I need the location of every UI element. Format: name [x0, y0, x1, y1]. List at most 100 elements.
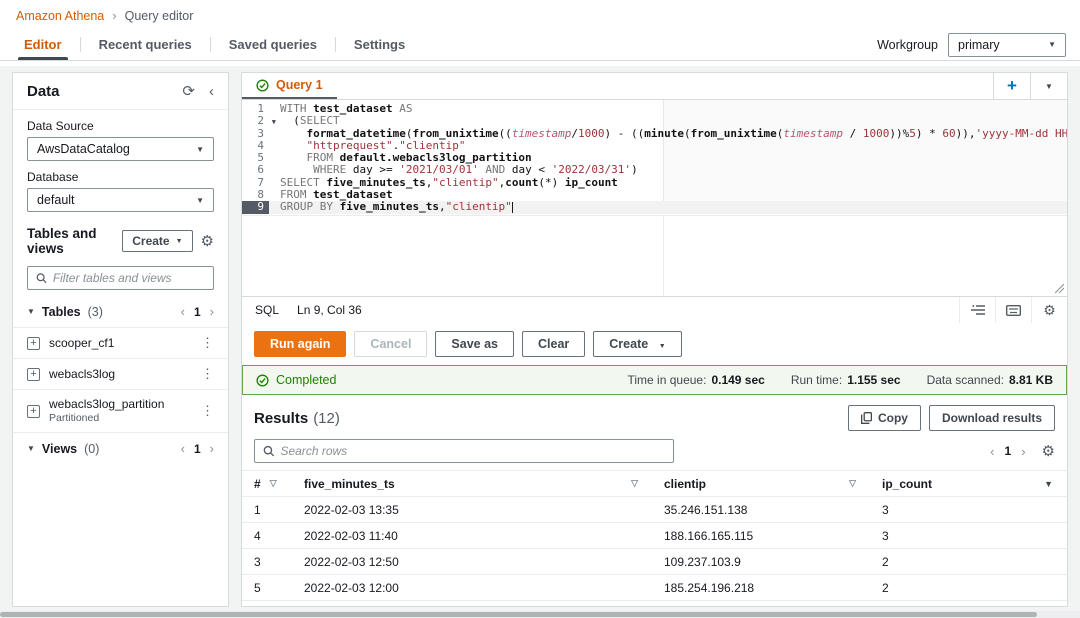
metric-value: 1.155 sec	[847, 373, 900, 387]
create-button[interactable]: Create ▼	[122, 230, 192, 252]
code-line-text: GROUP BY five_minutes_ts,"clientip"	[269, 201, 1067, 213]
table-options-icon[interactable]: ⋮	[201, 335, 214, 351]
tab-saved-queries[interactable]: Saved queries	[211, 29, 335, 60]
database-value: default	[37, 193, 75, 207]
athena-query-editor-page: Amazon Athena › Query editor EditorRecen…	[0, 0, 1080, 618]
add-query-tab-button[interactable]: +	[993, 73, 1030, 99]
table-cell: 4	[242, 524, 292, 548]
tables-section-row[interactable]: ▼ Tables (3) ‹ 1 ›	[13, 296, 228, 327]
page-next-icon[interactable]: ›	[1021, 444, 1025, 459]
table-cell: 2	[870, 602, 1067, 607]
column-header-index: #▽	[242, 472, 292, 496]
column-header-five_minutes_ts: five_minutes_ts ▽	[292, 472, 652, 496]
views-section-count: (0)	[84, 442, 99, 456]
clear-button[interactable]: Clear	[522, 331, 585, 357]
gear-icon[interactable]: ⚙	[1042, 444, 1055, 459]
line-number: 3	[242, 128, 269, 140]
column-header-label: five_minutes_ts	[304, 477, 395, 491]
results-toolbar: ‹ 1 › ⚙	[242, 433, 1067, 470]
gear-icon[interactable]: ⚙	[201, 234, 214, 249]
table-cell: 3	[242, 550, 292, 574]
editor-status-bar: SQL Ln 9, Col 36 ⚙	[242, 296, 1067, 323]
page-next-icon[interactable]: ›	[210, 441, 214, 456]
create-dropdown-button[interactable]: Create ▼	[593, 331, 681, 357]
metric-value: 0.149 sec	[711, 373, 764, 387]
run-again-button[interactable]: Run again	[254, 331, 346, 357]
views-section-row[interactable]: ▼ Views (0) ‹ 1 ›	[13, 432, 228, 464]
workgroup-select[interactable]: primary ▼	[948, 33, 1066, 57]
metric-label: Run time:	[791, 373, 842, 387]
page-prev-icon[interactable]: ‹	[181, 304, 185, 319]
sort-icon[interactable]: ▽	[270, 478, 277, 489]
content-area: Data ⟳ ‹ Data Source AwsDataCatalog ▼ Da…	[0, 66, 1080, 611]
query-tab-menu-button[interactable]: ▼	[1030, 73, 1067, 99]
expand-table-icon[interactable]: +	[27, 337, 40, 350]
refresh-icon[interactable]: ⟳	[182, 84, 195, 99]
sort-icon[interactable]: ▽	[849, 478, 856, 489]
sort-icon[interactable]: ▽	[631, 478, 638, 489]
tab-settings[interactable]: Settings	[336, 29, 423, 60]
tables-and-views-title: Tables and views	[27, 226, 114, 256]
views-page-number: 1	[194, 442, 201, 456]
chevron-down-icon: ▼	[196, 145, 204, 154]
breadcrumb-link-amazon-athena[interactable]: Amazon Athena	[16, 9, 104, 23]
copy-button[interactable]: Copy	[848, 405, 921, 431]
fold-arrow-icon[interactable]: ▼	[272, 116, 276, 128]
check-circle-icon	[256, 374, 269, 387]
breadcrumb-current: Query editor	[125, 9, 194, 23]
section-collapse-icon: ▼	[27, 444, 35, 453]
views-section-label: Views	[42, 442, 77, 456]
metric-label: Time in queue:	[628, 373, 707, 387]
results-table-body: 12022-02-03 13:3535.246.151.138342022-02…	[242, 497, 1067, 606]
create-dropdown-label: Create	[609, 337, 648, 351]
table-cell: 9	[242, 602, 292, 607]
data-source-select[interactable]: AwsDataCatalog ▼	[27, 137, 214, 161]
expand-table-icon[interactable]: +	[27, 405, 40, 418]
copy-button-label: Copy	[878, 411, 908, 425]
resize-handle-icon[interactable]	[1055, 284, 1064, 293]
table-row: 32022-02-03 12:50109.237.103.92	[242, 549, 1067, 575]
format-query-icon[interactable]	[959, 297, 995, 323]
query-tab-controls: + ▼	[993, 73, 1067, 99]
table-row: 92022-02-03 11:2552.80.245.1202	[242, 601, 1067, 606]
page-prev-icon[interactable]: ‹	[181, 441, 185, 456]
line-number: 2▼	[242, 115, 269, 127]
tab-recent-queries[interactable]: Recent queries	[81, 29, 210, 60]
sort-filled-icon[interactable]: ▼	[1044, 479, 1053, 489]
table-cell: 2	[870, 550, 1067, 574]
search-icon	[263, 445, 274, 457]
chevron-down-icon: ▼	[1048, 40, 1056, 49]
table-cell: 2022-02-03 12:00	[292, 576, 652, 600]
table-list-item[interactable]: +webacls3log_partitionPartitioned⋮	[13, 389, 228, 432]
page-horizontal-scrollbar[interactable]	[0, 611, 1080, 618]
page-prev-icon[interactable]: ‹	[990, 444, 994, 459]
results-table-header-row: #▽five_minutes_ts▽clientip▽ip_count▼	[242, 471, 1067, 497]
table-list-item[interactable]: +scooper_cf1⋮	[13, 327, 228, 358]
cancel-button: Cancel	[354, 331, 427, 357]
sql-code-editor[interactable]: 1WITH test_dataset AS2▼ (SELECT3 format_…	[242, 100, 1067, 296]
query-tab-label: Query 1	[276, 78, 323, 92]
gear-icon[interactable]: ⚙	[1031, 297, 1067, 323]
download-results-button[interactable]: Download results	[929, 405, 1055, 431]
keyboard-shortcuts-icon[interactable]	[995, 297, 1031, 323]
collapse-panel-icon[interactable]: ‹	[209, 84, 214, 99]
page-next-icon[interactable]: ›	[210, 304, 214, 319]
partitioned-badge: Partitioned	[49, 412, 192, 425]
scrollbar-thumb[interactable]	[0, 612, 1037, 617]
filter-tables-input[interactable]	[53, 271, 205, 285]
results-title: Results	[254, 410, 308, 427]
results-page-number: 1	[1005, 444, 1012, 458]
database-select[interactable]: default ▼	[27, 188, 214, 212]
save-as-button[interactable]: Save as	[435, 331, 514, 357]
results-count: (12)	[313, 410, 340, 427]
table-options-icon[interactable]: ⋮	[201, 403, 214, 419]
query-tab[interactable]: Query 1	[242, 73, 337, 99]
data-panel: Data ⟳ ‹ Data Source AwsDataCatalog ▼ Da…	[12, 72, 229, 607]
tab-editor[interactable]: Editor	[6, 29, 80, 60]
query-metric: Time in queue: 0.149 sec	[628, 373, 765, 387]
table-list-item[interactable]: +webacls3log⋮	[13, 358, 228, 389]
search-rows-input[interactable]	[280, 444, 665, 458]
expand-table-icon[interactable]: +	[27, 368, 40, 381]
table-options-icon[interactable]: ⋮	[201, 366, 214, 382]
query-metric: Run time: 1.155 sec	[791, 373, 901, 387]
